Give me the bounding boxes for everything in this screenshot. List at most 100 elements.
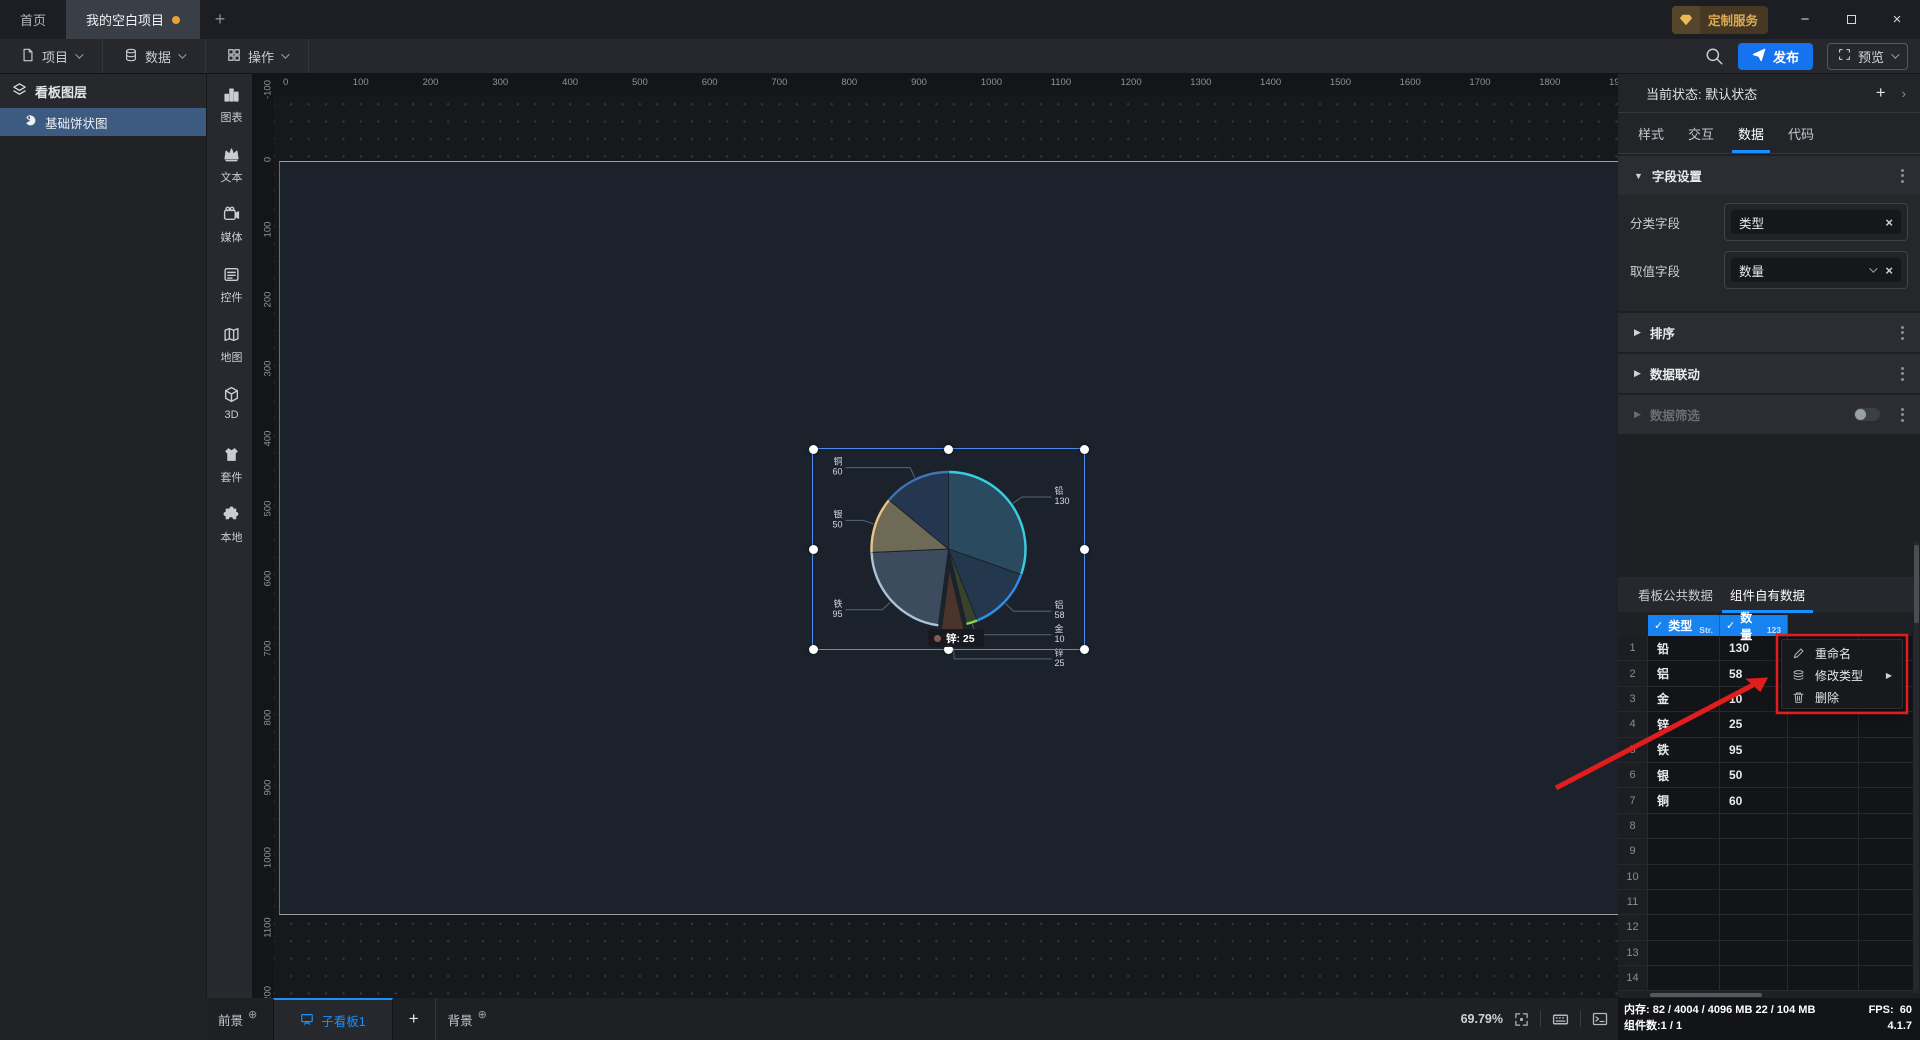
add-background-icon[interactable]: ⊕ [478,1008,487,1021]
table-horizontal-scrollbar[interactable] [1650,993,1762,997]
table-cell[interactable] [1788,839,1859,864]
menu-item-数据[interactable]: 数据 [103,39,207,73]
table-row[interactable]: 8 [1618,813,1914,840]
add-foreground-icon[interactable]: ⊕ [248,1008,257,1021]
preview-button[interactable]: 预览 [1826,42,1908,70]
table-row[interactable]: 5 铁 95 [1618,737,1914,763]
sub-board-tab[interactable]: 子看板1 [273,998,393,1040]
table-cell[interactable] [1859,762,1914,788]
table-row[interactable]: 10 [1618,864,1914,890]
section-menu-icon[interactable] [1901,407,1904,422]
table-cell[interactable] [1720,966,1788,991]
rail-item-文本[interactable]: 文本 [207,134,256,194]
table-cell[interactable]: 60 [1720,788,1788,813]
table-cell[interactable]: 10 [1720,686,1788,712]
app-tab[interactable]: 我的空白项目 [66,0,201,39]
minimize-button[interactable]: − [1782,0,1828,39]
context-menu-item-删除[interactable]: 删除 [1782,686,1902,708]
rail-item-图表[interactable]: 图表 [207,74,256,134]
table-row[interactable]: 6 银 50 [1618,762,1914,789]
selection-handle[interactable] [808,644,818,654]
table-cell[interactable] [1788,813,1859,839]
section-menu-icon[interactable] [1901,366,1904,381]
section-toggle[interactable] [1854,408,1880,421]
table-cell[interactable] [1788,788,1859,813]
table-cell[interactable] [1648,915,1720,940]
table-cell[interactable] [1859,737,1914,762]
field-select[interactable]: 类型 × [1724,203,1908,241]
table-cell[interactable] [1648,889,1720,915]
rail-item-控件[interactable]: 控件 [207,254,256,314]
table-cell[interactable] [1788,762,1859,788]
selection-handle[interactable] [808,444,818,454]
app-tab[interactable]: 首页 [0,0,66,39]
table-cell[interactable]: 铁 [1648,737,1720,762]
zoom-percent[interactable]: 69.79% [1461,1012,1503,1026]
section-menu-icon[interactable] [1901,168,1904,183]
clear-field-icon[interactable]: × [1885,215,1893,230]
terminal-icon[interactable] [1592,1011,1608,1027]
table-row[interactable]: 4 锌 25 [1618,712,1914,738]
table-cell[interactable] [1720,915,1788,940]
table-vertical-scrollbar[interactable] [1914,541,1919,993]
table-row[interactable]: 7 铜 60 [1618,788,1914,814]
selection-handle[interactable] [1079,644,1089,654]
search-icon[interactable] [1705,47,1724,66]
table-row[interactable]: 14 [1618,966,1914,992]
new-tab-button[interactable]: + [200,0,240,39]
table-cell[interactable] [1648,839,1720,864]
rail-item-3D[interactable]: 3D [207,374,256,434]
table-cell[interactable]: 130 [1720,636,1788,661]
foreground-button[interactable]: 前景 ⊕ [206,998,269,1040]
selection-handle[interactable] [1079,444,1089,454]
column-header-类型[interactable]: ✓ 类型 Str. [1648,615,1720,636]
table-cell[interactable] [1720,839,1788,864]
table-cell[interactable] [1859,889,1914,915]
inspector-tab-代码[interactable]: 代码 [1784,124,1818,153]
add-board-button[interactable]: + [393,998,436,1040]
selection-handle[interactable] [808,544,818,554]
table-cell[interactable] [1648,813,1720,839]
rail-item-媒体[interactable]: 媒体 [207,194,256,254]
table-cell[interactable]: 铜 [1648,788,1720,813]
section-数据联动[interactable]: ▶ 数据联动 [1618,354,1920,393]
table-cell[interactable] [1788,915,1859,940]
table-cell[interactable] [1859,813,1914,839]
menu-item-操作[interactable]: 操作 [206,39,310,73]
menu-item-项目[interactable]: 项目 [0,39,104,73]
rail-item-地图[interactable]: 地图 [207,314,256,374]
table-cell[interactable]: 58 [1720,661,1788,686]
table-cell[interactable] [1859,966,1914,991]
layer-item[interactable]: 基础饼状图 [0,108,206,136]
rail-item-本地[interactable]: 本地 [207,494,256,554]
table-cell[interactable] [1859,712,1914,737]
table-cell[interactable] [1859,940,1914,966]
table-cell[interactable] [1788,712,1859,737]
close-button[interactable]: × [1874,0,1920,39]
design-canvas[interactable]: 0 100 200 300 400 500 600 700 800 900 1000 1100 1200… [252,74,1618,998]
rail-item-套件[interactable]: 套件 [207,434,256,494]
table-cell[interactable] [1788,940,1859,966]
table-cell[interactable]: 金 [1648,686,1720,712]
context-menu-item-重命名[interactable]: 重命名 [1782,642,1902,664]
add-state-button[interactable]: + [1876,83,1886,103]
inspector-tab-样式[interactable]: 样式 [1634,124,1668,153]
column-header-数量[interactable]: ✓ 数量 123 [1720,611,1788,642]
table-row[interactable]: 12 [1618,915,1914,941]
table-row[interactable]: 11 [1618,889,1914,916]
background-button[interactable]: 背景 ⊕ [436,998,499,1040]
table-cell[interactable]: 银 [1648,762,1720,788]
selection-handle[interactable] [944,444,953,454]
expand-states-button[interactable]: › [1902,86,1906,101]
clear-field-icon[interactable]: × [1885,263,1893,278]
table-cell[interactable] [1788,737,1859,762]
table-cell[interactable] [1720,940,1788,966]
field-select[interactable]: 数量 × [1724,251,1908,289]
table-cell[interactable]: 50 [1720,762,1788,788]
table-cell[interactable] [1859,788,1914,813]
selection-box[interactable] [808,444,1089,654]
table-cell[interactable]: 铝 [1648,661,1720,686]
table-cell[interactable] [1859,915,1914,940]
keyboard-icon[interactable] [1552,1011,1569,1028]
table-cell[interactable] [1859,839,1914,864]
